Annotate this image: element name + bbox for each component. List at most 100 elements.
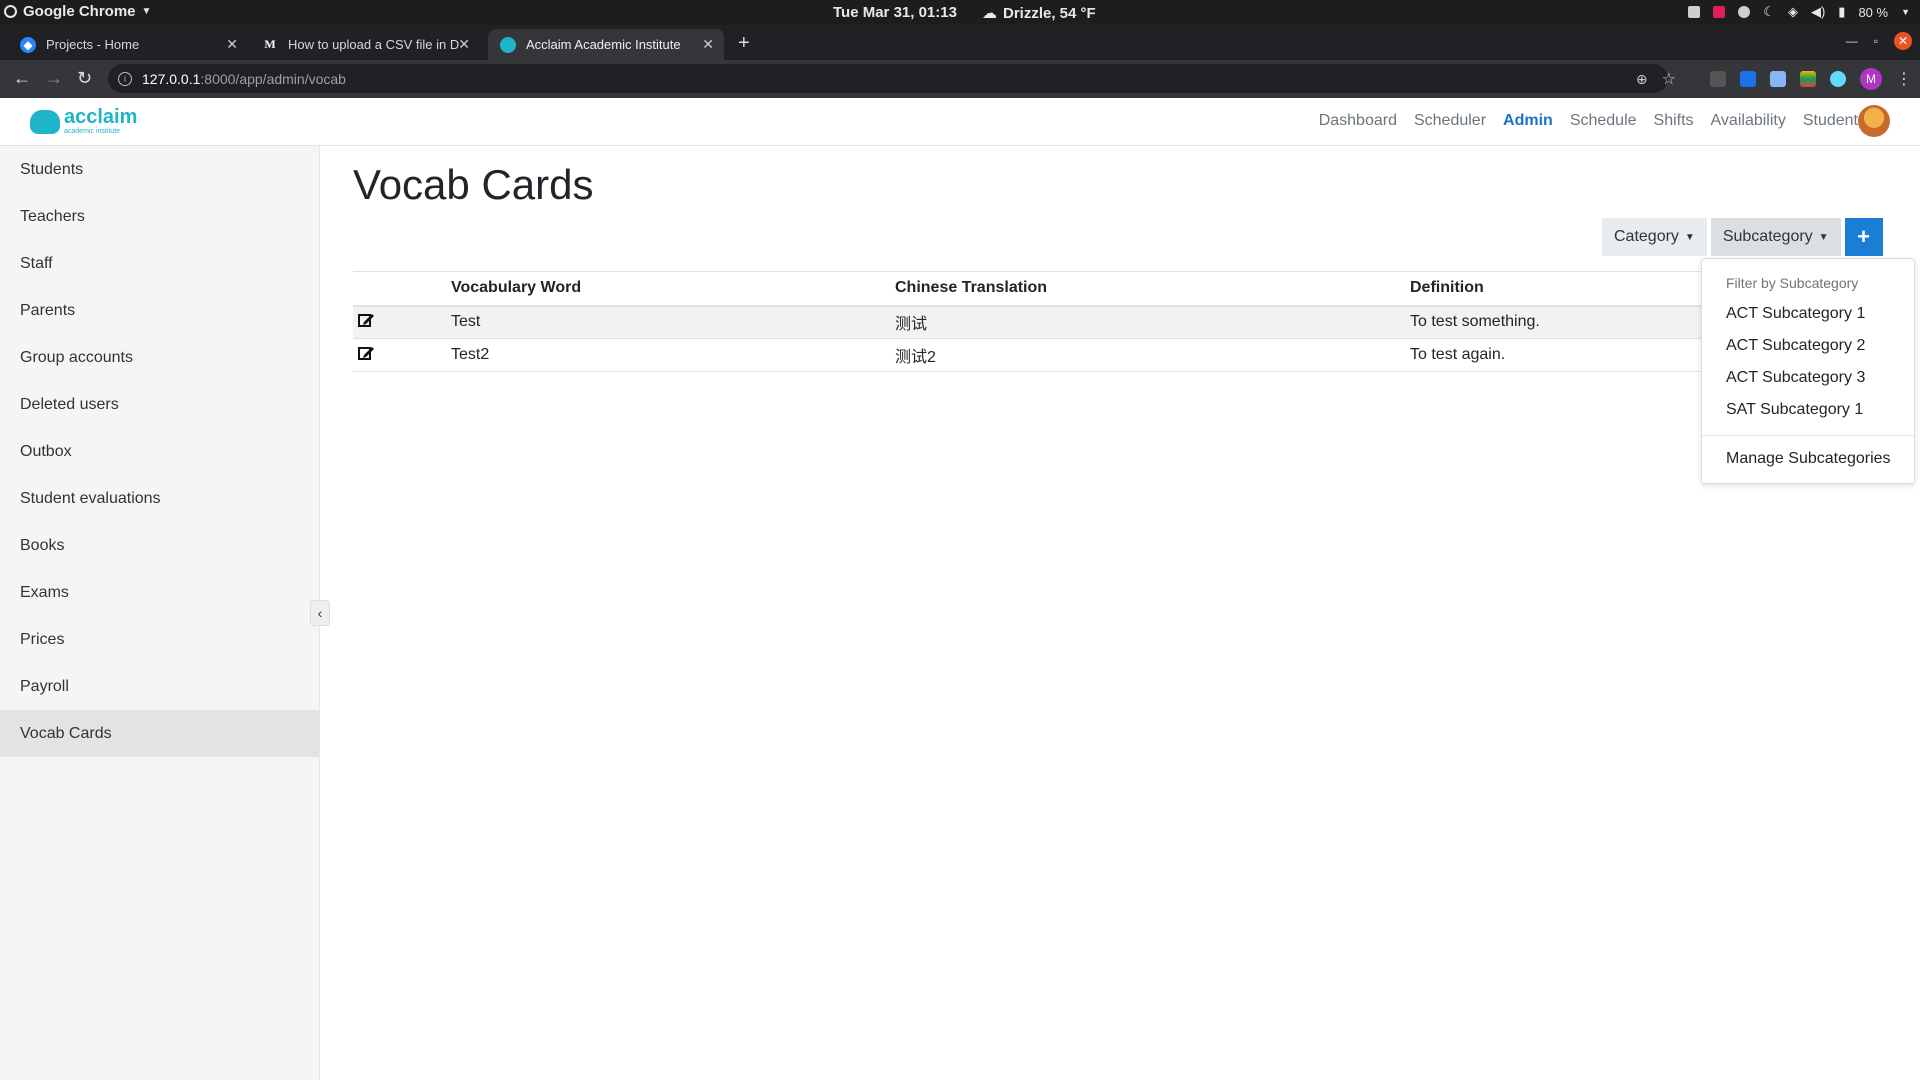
chevron-down-icon: ▼ <box>141 6 152 17</box>
wifi-icon[interactable]: ◈ <box>1788 4 1798 20</box>
gem-extension-icon[interactable] <box>1770 71 1786 87</box>
tab-acclaim[interactable]: Acclaim Academic Institute ✕ <box>488 29 724 60</box>
dropdown-item-act-subcategory-2[interactable]: ACT Subcategory 2 <box>1726 337 1865 355</box>
nav-shifts[interactable]: Shifts <box>1654 112 1694 130</box>
stack-extension-icon[interactable] <box>1800 71 1816 87</box>
forward-icon[interactable]: → <box>45 68 63 89</box>
battery-level: 80 % <box>1858 4 1889 20</box>
page-title: Vocab Cards <box>353 161 594 208</box>
edit-icon[interactable] <box>357 344 375 362</box>
react-extension-icon[interactable] <box>1830 71 1846 87</box>
logo-mark-icon <box>30 110 60 134</box>
info-icon[interactable]: i <box>118 71 132 86</box>
sidebar-item-outbox[interactable]: Outbox <box>0 428 319 475</box>
os-clock[interactable]: Tue Mar 31, 01:13 <box>833 4 957 21</box>
subcategory-dropdown-menu: Filter by Subcategory ACT Subcategory 1 … <box>1701 258 1915 484</box>
sidebar-item-students[interactable]: Students <box>0 146 319 193</box>
column-header-actions <box>353 271 451 307</box>
settings-icon[interactable] <box>1738 6 1751 18</box>
sidebar-item-deleted-users[interactable]: Deleted users <box>0 381 319 428</box>
reload-icon[interactable]: ↻ <box>77 68 92 89</box>
close-window-icon[interactable]: ✕ <box>1894 32 1912 50</box>
url-input[interactable]: i 127.0.0.1 :8000/app/admin/vocab <box>108 64 1668 93</box>
new-tab-button[interactable]: + <box>738 32 750 55</box>
plus-icon: + <box>1857 224 1870 249</box>
sidebar-item-staff[interactable]: Staff <box>0 240 319 287</box>
edit-icon[interactable] <box>357 311 375 329</box>
sidebar-item-payroll[interactable]: Payroll <box>0 663 319 710</box>
medium-icon: M <box>264 37 276 51</box>
column-header-word[interactable]: Vocabulary Word <box>451 271 895 307</box>
minimize-icon[interactable]: — <box>1846 34 1858 48</box>
caret-down-icon: ▼ <box>1684 231 1695 243</box>
tab-projects-home[interactable]: ◆ Projects - Home ✕ <box>8 29 248 60</box>
tab-title: Acclaim Academic Institute <box>526 37 681 52</box>
sidebar-collapse-button[interactable]: ‹ <box>310 600 330 626</box>
nav-students[interactable]: Students <box>1803 112 1866 130</box>
app-navbar: acclaim academic institute Dashboard Sch… <box>0 98 1920 146</box>
sidebar-item-vocab-cards[interactable]: Vocab Cards <box>0 710 319 757</box>
menu-dots-icon[interactable]: ⋮ <box>1896 69 1912 89</box>
back-icon[interactable]: ← <box>13 68 31 89</box>
os-weather[interactable]: ☁ Drizzle, 54 °F <box>982 4 1096 23</box>
nav-availability[interactable]: Availability <box>1711 112 1786 130</box>
dropdown-item-act-subcategory-3[interactable]: ACT Subcategory 3 <box>1726 369 1865 387</box>
moon-icon[interactable]: ☾ <box>1763 4 1775 20</box>
star-icon[interactable]: ☆ <box>1662 69 1676 89</box>
nav-admin[interactable]: Admin <box>1503 112 1553 130</box>
acclaim-logo[interactable]: acclaim academic institute <box>30 107 137 136</box>
sidebar-item-teachers[interactable]: Teachers <box>0 193 319 240</box>
sidebar-item-student-evaluations[interactable]: Student evaluations <box>0 475 319 522</box>
subcategory-dropdown-button[interactable]: Subcategory ▼ <box>1710 218 1841 256</box>
sidebar-item-parents[interactable]: Parents <box>0 287 319 334</box>
chevron-down-icon[interactable]: ▼ <box>1901 7 1910 17</box>
sidebar-item-exams[interactable]: Exams <box>0 569 319 616</box>
sidebar-item-prices[interactable]: Prices <box>0 616 319 663</box>
filter-toolbar: Category ▼ Subcategory ▼ + <box>1602 218 1883 256</box>
os-app-name: Google Chrome <box>23 3 136 20</box>
os-tray: ☾ ◈ ◀) ▮ 80 % ▼ <box>1688 4 1910 20</box>
dropdown-item-sat-subcategory-1[interactable]: SAT Subcategory 1 <box>1726 401 1863 419</box>
dropdown-divider <box>1702 435 1914 436</box>
calendar-extension-icon[interactable] <box>1740 71 1756 87</box>
toolbar-icons: ⊕ ☆ M ⋮ <box>1636 68 1912 90</box>
battery-icon[interactable]: ▮ <box>1838 4 1845 20</box>
translation-cell: 测试2 <box>895 338 1410 372</box>
logo-subtext: academic institute <box>64 128 121 135</box>
nav-scheduler[interactable]: Scheduler <box>1414 112 1486 130</box>
column-header-translation[interactable]: Chinese Translation <box>895 271 1410 307</box>
tab-csv-upload[interactable]: M How to upload a CSV file in D ✕ <box>250 29 480 60</box>
table-row: Test2 测试2 To test again. <box>353 338 1888 372</box>
nav-dashboard[interactable]: Dashboard <box>1319 112 1397 130</box>
translation-cell: 测试 <box>895 305 1410 339</box>
install-icon[interactable]: ⊕ <box>1636 71 1648 88</box>
nav-schedule[interactable]: Schedule <box>1570 112 1637 130</box>
sidebar-item-books[interactable]: Books <box>0 522 319 569</box>
close-icon[interactable]: ✕ <box>702 36 714 53</box>
shield-extension-icon[interactable] <box>1710 71 1726 87</box>
manage-subcategories-link[interactable]: Manage Subcategories <box>1726 450 1891 468</box>
maximize-icon[interactable]: ▫ <box>1874 34 1878 48</box>
close-icon[interactable]: ✕ <box>226 36 238 53</box>
category-dropdown-button[interactable]: Category ▼ <box>1602 218 1707 256</box>
sidebar-item-group-accounts[interactable]: Group accounts <box>0 334 319 381</box>
chevron-left-icon: ‹ <box>317 605 323 621</box>
os-app-menu[interactable]: Google Chrome ▼ <box>4 3 151 20</box>
tab-strip: ◆ Projects - Home ✕ M How to upload a CS… <box>0 25 1920 60</box>
table-header-row: Vocabulary Word Chinese Translation Defi… <box>353 271 1888 307</box>
os-top-bar: Google Chrome ▼ Tue Mar 31, 01:13 ☁ Driz… <box>0 0 1920 25</box>
grid-icon[interactable] <box>1688 6 1701 18</box>
add-vocab-button[interactable]: + <box>1844 218 1883 256</box>
chrome-icon <box>4 5 17 18</box>
user-avatar[interactable] <box>1858 105 1890 137</box>
cloud-icon: ☁ <box>982 5 997 22</box>
dropdown-item-act-subcategory-1[interactable]: ACT Subcategory 1 <box>1726 305 1865 323</box>
close-icon[interactable]: ✕ <box>458 36 470 53</box>
slack-icon[interactable] <box>1713 6 1726 18</box>
edit-cell <box>353 338 451 372</box>
window-controls: — ▫ ✕ <box>1846 32 1912 50</box>
acclaim-favicon-icon <box>500 36 516 53</box>
url-host: 127.0.0.1 <box>142 70 201 87</box>
profile-avatar[interactable]: M <box>1860 68 1882 90</box>
volume-icon[interactable]: ◀) <box>1811 4 1825 20</box>
